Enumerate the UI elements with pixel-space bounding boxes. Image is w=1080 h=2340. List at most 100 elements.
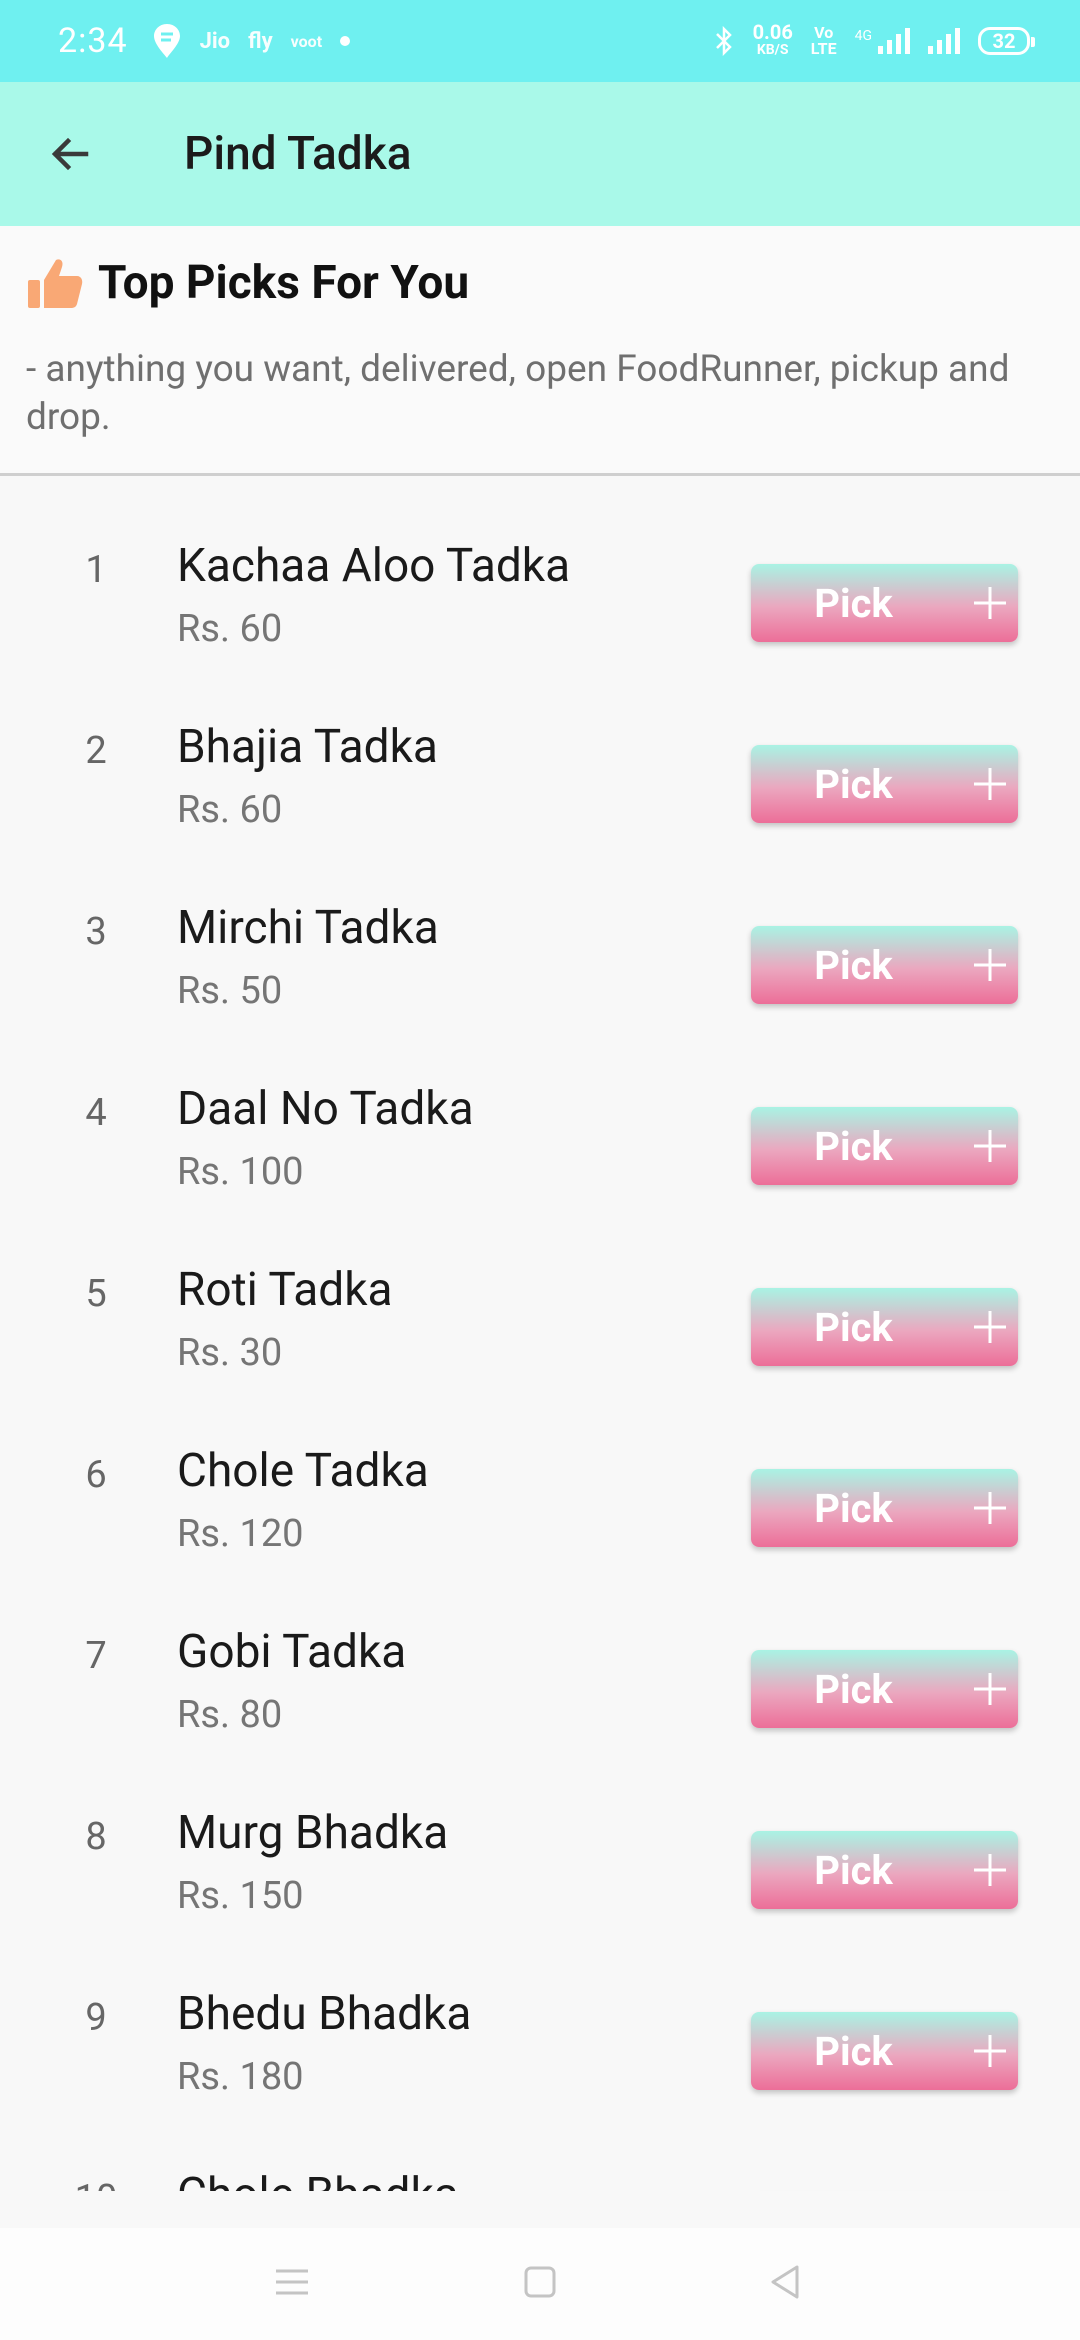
system-icons: 0.06 KB/S Vo LTE 4G 32 — [713, 20, 1035, 59]
item-price: Rs. 80 — [177, 1693, 283, 1737]
item-index: 2 — [85, 728, 107, 773]
item-name: Bhedu Bhadka — [177, 1987, 472, 2041]
paytm-icon: fly — [248, 28, 273, 54]
item-price: Rs. 60 — [177, 607, 283, 651]
section-title-row: Top Picks For You — [26, 254, 469, 312]
list-item: 9 Bhedu Bhadka Rs. 180 Pick — [0, 1927, 1080, 2108]
page-title: Pind Tadka — [184, 127, 412, 181]
pick-button[interactable]: Pick — [751, 745, 1018, 823]
item-index: 3 — [85, 909, 107, 954]
pick-button-label: Pick — [814, 760, 893, 808]
pick-button[interactable]: Pick — [751, 926, 1018, 1004]
pick-button-label: Pick — [814, 941, 893, 989]
notification-icons: Jio fly voot — [152, 22, 351, 60]
list-item: 4 Daal No Tadka Rs. 100 Pick — [0, 1022, 1080, 1203]
plus-icon — [974, 2035, 1006, 2067]
list-item: 1 Kachaa Aloo Tadka Rs. 60 Pick — [0, 479, 1080, 660]
pick-button[interactable]: Pick — [751, 1107, 1018, 1185]
list-item: 3 Mirchi Tadka Rs. 50 Pick — [0, 841, 1080, 1022]
item-index: 9 — [85, 1995, 107, 2040]
signal-4g-icon: 4G — [855, 28, 910, 54]
item-index: 5 — [85, 1271, 107, 1316]
battery-level: 32 — [992, 29, 1016, 53]
item-name: Kachaa Aloo Tadka — [177, 539, 571, 593]
menu-button[interactable] — [262, 2252, 322, 2312]
network-speed-value: 0.06 — [752, 20, 793, 44]
pick-button[interactable]: Pick — [751, 564, 1018, 642]
pick-button-label: Pick — [814, 1122, 893, 1170]
plus-icon — [974, 949, 1006, 981]
more-notifications-dot — [340, 36, 351, 46]
item-price: Rs. 50 — [177, 969, 283, 1013]
list-item: 8 Murg Bhadka Rs. 150 Pick — [0, 1746, 1080, 1927]
item-name: Chole Tadka — [177, 1444, 429, 1498]
list-item: 10Chole BhadkaPick — [0, 2108, 1080, 2191]
network-type: 4G — [854, 28, 872, 44]
network-speed: 0.06 KB/S — [752, 20, 793, 59]
jio-icon: Jio — [199, 28, 231, 54]
plus-icon — [974, 1492, 1006, 1524]
plus-icon — [974, 1854, 1006, 1886]
item-price: Rs. 60 — [177, 788, 283, 832]
thumbs-up-icon — [28, 259, 83, 308]
list-item: 6 Chole Tadka Rs. 120 Pick — [0, 1384, 1080, 1565]
item-price: Rs. 100 — [177, 1150, 304, 1194]
menu-list[interactable]: 1 Kachaa Aloo Tadka Rs. 60 Pick 2 Bhajia Tadk… — [0, 479, 1080, 2191]
item-index: 7 — [85, 1633, 107, 1678]
pick-button-label: Pick — [814, 2027, 893, 2075]
item-index: 6 — [85, 1452, 107, 1497]
plus-icon — [974, 587, 1006, 619]
item-name: Murg Bhadka — [177, 1806, 449, 1860]
app-bar: Pind Tadka — [0, 82, 1080, 226]
item-index: 8 — [85, 1814, 107, 1859]
status-bar: 2:34 Jio fly voot 0.06 KB/S Vo LTE 4G 32 — [0, 0, 1080, 82]
list-item: 5 Roti Tadka Rs. 30 Pick — [0, 1203, 1080, 1384]
plus-icon — [974, 1673, 1006, 1705]
item-index: 10 — [0, 2108, 192, 2192]
home-square-icon — [524, 2266, 556, 2298]
arrow-left-icon — [51, 137, 89, 171]
pick-button[interactable]: Pick — [751, 1650, 1018, 1728]
pick-button-label: Pick — [814, 1484, 893, 1532]
system-nav-bar — [0, 2228, 1080, 2340]
top-picks-header: Top Picks For You - anything you want, d… — [0, 226, 1080, 476]
pick-button-label: Pick — [814, 1303, 893, 1351]
item-name: Roti Tadka — [177, 1263, 393, 1317]
back-nav-button[interactable] — [755, 2252, 815, 2312]
section-subtitle: - anything you want, delivered, open Foo… — [26, 348, 1010, 439]
item-name: Daal No Tadka — [177, 1082, 474, 1136]
pick-button-label: Pick — [814, 579, 893, 627]
item-price: Rs. 180 — [177, 2055, 304, 2099]
volte-indicator: Vo LTE — [811, 25, 837, 57]
plus-icon — [974, 1311, 1006, 1343]
item-price: Rs. 150 — [177, 1874, 304, 1918]
item-index: 1 — [85, 547, 107, 592]
swiggy-icon — [153, 24, 180, 58]
list-item: 2 Bhajia Tadka Rs. 60 Pick — [0, 660, 1080, 841]
pick-button-label: Pick — [814, 1846, 893, 1894]
item-index: 4 — [85, 1090, 107, 1135]
pick-button[interactable]: Pick — [751, 2012, 1018, 2090]
item-name: Gobi Tadka — [177, 1625, 407, 1679]
pick-button-label: Pick — [814, 1665, 893, 1713]
signal-icon — [928, 28, 960, 54]
item-name: Chole Bhadka — [177, 2168, 459, 2191]
pick-button[interactable]: Pick — [751, 1831, 1018, 1909]
item-name: Bhajia Tadka — [177, 720, 438, 774]
battery-icon: 32 — [978, 27, 1035, 55]
back-button[interactable] — [0, 82, 140, 226]
home-button[interactable] — [510, 2252, 570, 2312]
menu-icon — [276, 2269, 308, 2295]
network-speed-unit: KB/S — [756, 42, 789, 58]
pick-button[interactable]: Pick — [751, 1469, 1018, 1547]
volte-bottom: LTE — [810, 39, 837, 58]
voot-icon: voot — [290, 31, 323, 51]
plus-icon — [974, 1130, 1006, 1162]
item-price: Rs. 120 — [177, 1512, 304, 1556]
section-title: Top Picks For You — [98, 256, 470, 310]
pick-button[interactable]: Pick — [751, 1288, 1018, 1366]
item-price: Rs. 30 — [177, 1331, 283, 1375]
status-time: 2:34 — [58, 21, 128, 61]
bluetooth-icon — [715, 26, 732, 56]
item-name: Mirchi Tadka — [177, 901, 439, 955]
